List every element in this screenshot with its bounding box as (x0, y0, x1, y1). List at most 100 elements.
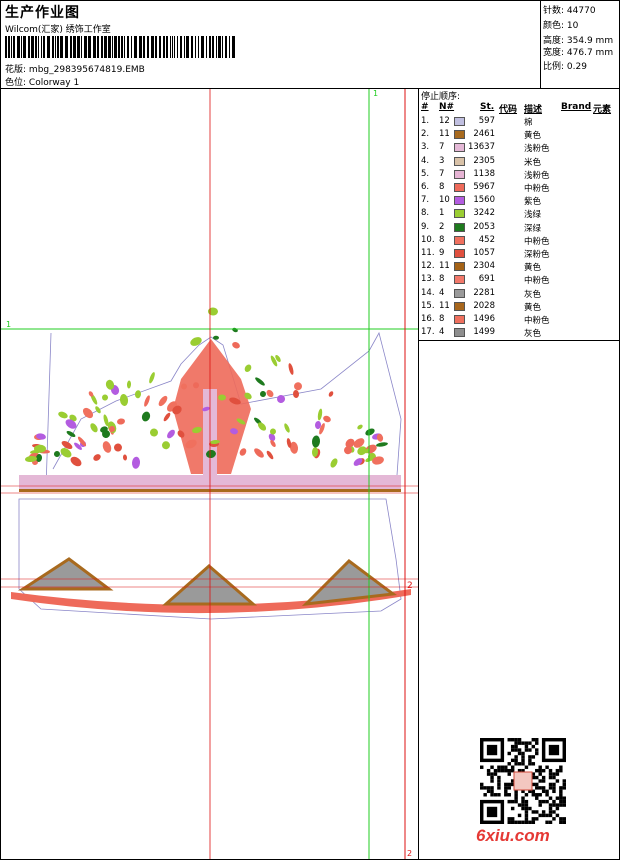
lower-triangle-center (162, 564, 258, 606)
row-code: 3242 (473, 208, 495, 219)
guide-label-top-green: 1 (373, 89, 378, 98)
row-description: 灰色 (524, 329, 542, 340)
row-code: 2305 (473, 155, 495, 166)
row-needle: 11 (439, 261, 450, 272)
row-number: 13. (421, 274, 435, 285)
col-desc: 描述 (524, 105, 543, 115)
row-description: 紫色 (524, 197, 542, 208)
row-description: 中粉色 (524, 316, 550, 326)
color-swatch (454, 222, 465, 232)
col-code: 代码 (499, 105, 518, 115)
color-swatch (454, 209, 465, 219)
stop-sequence-row: 2. 11 2461 黄色 (419, 128, 619, 141)
color-swatch (454, 169, 465, 179)
header: 生产作业图 Wilcom(汇家) 绣饰工作室 花版: mbg_298395674… (0, 0, 540, 88)
watermark-logo: 6xiu.com (476, 826, 550, 845)
row-needle: 2 (439, 221, 445, 232)
row-code: 2304 (473, 261, 495, 272)
row-code: 691 (478, 274, 495, 285)
row-description: 灰色 (524, 289, 542, 300)
design-name-row: 花版: mbg_298395674819.EMB (5, 62, 145, 75)
row-number: 7. (421, 195, 430, 206)
stop-sequence-row: 13. 8 691 中粉色 (419, 273, 619, 286)
row-number: 15. (421, 300, 435, 311)
stop-sequence-row: 4. 3 2305 米色 (419, 155, 619, 168)
row-needle: 1 (439, 208, 445, 219)
row-number: 4. (421, 155, 430, 166)
color-swatch (454, 156, 465, 166)
colorway-row: 色位: Colorway 1 (5, 75, 79, 88)
stat-stitches: 针数: 44770 (543, 6, 596, 16)
color-swatch (454, 275, 465, 285)
stop-sequence-row: 12. 11 2304 黄色 (419, 260, 619, 273)
color-swatch (454, 196, 465, 206)
stat-scale: 比例: 0.29 (543, 62, 587, 72)
stop-sequence-row: 8. 1 3242 浅绿 (419, 207, 619, 220)
row-needle: 8 (439, 314, 445, 324)
stop-sequence-row: 16. 8 1496 中粉色 (419, 313, 619, 326)
row-number: 3. (421, 142, 430, 153)
row-needle: 11 (439, 129, 450, 140)
row-code: 2028 (473, 300, 495, 311)
color-swatch (454, 117, 465, 126)
design-stats: 针数: 44770 颜色: 10 高度: 354.9 mm 宽度: 476.7 … (540, 0, 619, 88)
stat-width: 宽度: 476.7 mm (543, 48, 614, 58)
row-number: 10. (421, 234, 435, 245)
stop-sequence-row: 10. 8 452 中粉色 (419, 234, 619, 247)
col-num: # (421, 102, 429, 112)
row-code: 2461 (473, 129, 495, 140)
row-code: 452 (478, 234, 495, 245)
stop-sequence-panel: 停止顺序: # N# St. 代码 描述 Brand 元素 1. 12 597 棉 2.… (419, 89, 619, 341)
col-st: St. (480, 102, 495, 112)
row-description: 中粉色 (524, 184, 550, 194)
color-swatch (454, 288, 465, 298)
color-swatch (454, 183, 465, 192)
row-needle: 7 (439, 168, 445, 179)
design-filename: mbg_298395674819.EMB (28, 65, 145, 75)
color-swatch (454, 130, 465, 140)
row-needle: 8 (439, 234, 445, 245)
row-needle: 8 (439, 182, 445, 192)
row-description: 中粉色 (524, 236, 550, 247)
row-number: 9. (421, 221, 430, 232)
row-description: 黄色 (524, 263, 542, 274)
stop-sequence-row: 7. 10 1560 紫色 (419, 194, 619, 207)
row-code: 1138 (473, 168, 495, 179)
row-number: 11. (421, 248, 435, 258)
row-description: 浅绿 (524, 210, 542, 221)
color-swatch (454, 235, 465, 245)
row-description: 深粉色 (524, 250, 550, 260)
guide-label-right-red: 2 (407, 581, 413, 591)
row-needle: 4 (439, 327, 445, 338)
row-number: 1. (421, 116, 430, 126)
page-title: 生产作业图 (5, 5, 80, 21)
stop-sequence-row: 15. 11 2028 黄色 (419, 300, 619, 313)
color-swatch (454, 301, 465, 311)
row-code: 1496 (473, 314, 495, 324)
colorway-label: 色位: (5, 78, 27, 88)
row-code: 597 (478, 116, 495, 126)
color-swatch (454, 262, 465, 272)
colorway-value: Colorway 1 (28, 78, 80, 88)
guide-label-left-green: 1 (6, 320, 11, 329)
col-element: 元素 (593, 105, 612, 115)
row-number: 17. (421, 327, 435, 338)
color-swatch (454, 328, 465, 338)
row-code: 13637 (467, 142, 495, 153)
color-swatch (454, 249, 465, 258)
row-needle: 4 (439, 287, 445, 298)
row-number: 2. (421, 129, 430, 140)
design-label: 花版: (5, 65, 27, 75)
row-needle: 7 (439, 142, 445, 153)
guide-label-bottom-red: 2 (407, 849, 412, 858)
stop-sequence-title: 停止顺序: (421, 92, 461, 102)
stop-sequence-row: 9. 2 2053 深绿 (419, 221, 619, 234)
row-description: 棉 (524, 118, 533, 128)
row-number: 6. (421, 182, 430, 192)
row-needle: 3 (439, 155, 445, 166)
color-swatch (454, 315, 465, 324)
row-code: 5967 (473, 182, 495, 192)
stop-sequence-row: 1. 12 597 棉 (419, 115, 619, 128)
row-number: 14. (421, 287, 435, 298)
qr-code (480, 738, 566, 824)
